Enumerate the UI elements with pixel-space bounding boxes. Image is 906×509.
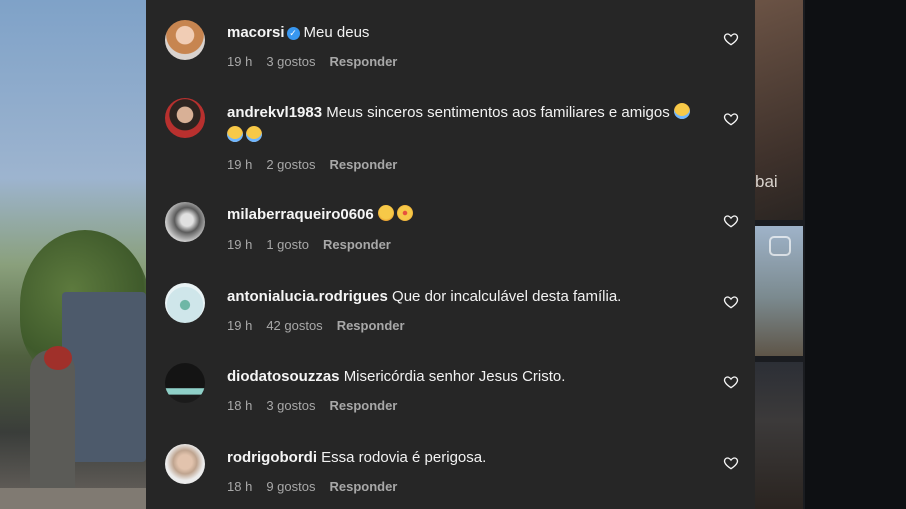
username[interactable]: andrekvl1983 [227, 104, 322, 121]
comment-time[interactable]: 18 h [227, 479, 252, 494]
dark-backdrop [805, 0, 906, 509]
heart-outline-icon[interactable] [723, 31, 739, 47]
comment-time[interactable]: 19 h [227, 318, 252, 333]
comment-text: Essa rodovia é perigosa. [321, 449, 487, 466]
username[interactable]: diodatosouzzas [227, 368, 340, 385]
firefighter [30, 350, 75, 500]
crying-face-emoji [246, 126, 262, 142]
background-photo [0, 0, 150, 509]
username[interactable]: milaberraqueiro0606 [227, 206, 374, 223]
crying-face-emoji [673, 103, 690, 119]
reply-button[interactable]: Responder [329, 479, 397, 494]
astonished-face-emoji [396, 205, 413, 221]
thumbnail-post[interactable] [755, 362, 803, 509]
comment-body: macorsi ✓ Meu deus [227, 21, 697, 44]
verified-badge-icon: ✓ [286, 27, 300, 40]
avatar[interactable] [165, 98, 205, 138]
comment-meta: 19 h 3 gostos Responder [227, 54, 411, 69]
comment-meta: 19 h 2 gostos Responder [227, 157, 411, 172]
comment-text: Que dor incalculável desta família. [392, 288, 622, 305]
avatar[interactable] [165, 444, 205, 484]
like-count[interactable]: 2 gostos [266, 157, 315, 172]
play-icon [769, 236, 791, 256]
comment-text: Misericórdia senhor Jesus Cristo. [343, 368, 566, 385]
comment-text: Meus sinceros sentimentos aos familiares… [326, 104, 670, 121]
side-thumbnails: bai [755, 0, 805, 509]
like-count[interactable]: 9 gostos [266, 479, 315, 494]
heart-outline-icon[interactable] [723, 374, 739, 390]
heart-outline-icon[interactable] [723, 213, 739, 229]
comment-meta: 18 h 9 gostos Responder [227, 479, 411, 494]
screen: bai macorsi ✓ Meu deus 19 h 3 gostos Respond… [0, 0, 906, 509]
comment-time[interactable]: 19 h [227, 157, 252, 172]
username[interactable]: rodrigobordi [227, 449, 317, 466]
comment-body: diodatosouzzas Misericórdia senhor Jesus… [227, 365, 697, 388]
username[interactable]: macorsi [227, 24, 285, 41]
reply-button[interactable]: Responder [323, 237, 391, 252]
road [0, 488, 146, 509]
reply-button[interactable]: Responder [337, 318, 405, 333]
sad-sweat-face-emoji [377, 205, 394, 221]
comment-time[interactable]: 18 h [227, 398, 252, 413]
thumbnail-video[interactable] [755, 226, 803, 356]
comment-meta: 18 h 3 gostos Responder [227, 398, 411, 413]
helmet [44, 346, 72, 370]
comment-body: milaberraqueiro0606 [227, 203, 697, 226]
like-count[interactable]: 3 gostos [266, 54, 315, 69]
crying-face-emoji [227, 126, 243, 142]
comment-text: Meu deus [303, 24, 370, 41]
comments-panel: macorsi ✓ Meu deus 19 h 3 gostos Responder a… [146, 0, 755, 509]
like-count[interactable]: 1 gosto [266, 237, 309, 252]
thumbnail-post[interactable]: bai [755, 0, 803, 220]
thumbnail-text: bai [755, 172, 778, 191]
comment-time[interactable]: 19 h [227, 237, 252, 252]
comment-time[interactable]: 19 h [227, 54, 252, 69]
avatar[interactable] [165, 20, 205, 60]
comment-meta: 19 h 1 gosto Responder [227, 237, 405, 252]
reply-button[interactable]: Responder [329, 54, 397, 69]
like-count[interactable]: 42 gostos [266, 318, 322, 333]
like-count[interactable]: 3 gostos [266, 398, 315, 413]
comment-body: rodrigobordi Essa rodovia é perigosa. [227, 446, 697, 469]
avatar[interactable] [165, 202, 205, 242]
avatar[interactable] [165, 363, 205, 403]
avatar[interactable] [165, 283, 205, 323]
heart-outline-icon[interactable] [723, 455, 739, 471]
comment-meta: 19 h 42 gostos Responder [227, 318, 419, 333]
heart-outline-icon[interactable] [723, 294, 739, 310]
comment-body: antonialucia.rodrigues Que dor incalculá… [227, 285, 697, 308]
reply-button[interactable]: Responder [329, 398, 397, 413]
reply-button[interactable]: Responder [329, 157, 397, 172]
username[interactable]: antonialucia.rodrigues [227, 288, 388, 305]
comment-body: andrekvl1983 Meus sinceros sentimentos a… [227, 101, 697, 147]
heart-outline-icon[interactable] [723, 111, 739, 127]
